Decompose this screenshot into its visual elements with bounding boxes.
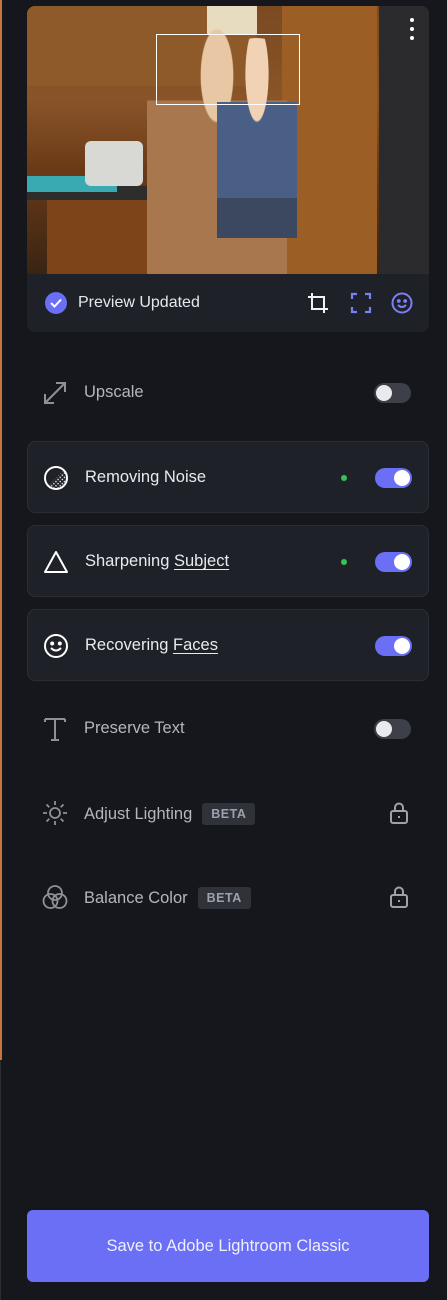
adjust-lighting-row[interactable]: Adjust Lighting BETA — [27, 777, 429, 849]
preserve-text-row[interactable]: Preserve Text — [27, 693, 429, 765]
face-detection-box[interactable] — [156, 34, 300, 105]
lock-icon — [388, 801, 410, 825]
adjust-lighting-text: Adjust Lighting — [84, 805, 193, 823]
sharpening-subject-row[interactable]: Sharpening Subject — [27, 525, 429, 597]
crop-icon[interactable] — [306, 291, 330, 315]
smiley-icon — [42, 632, 70, 660]
removing-noise-row[interactable]: Removing Noise — [27, 441, 429, 513]
photo-lower-cabinet — [47, 200, 157, 274]
photo-fridge — [379, 6, 429, 274]
sun-icon — [41, 799, 69, 827]
removing-noise-toggle[interactable] — [375, 468, 412, 488]
preview-card: Preview Updated — [27, 6, 429, 332]
balance-color-row[interactable]: Balance Color BETA — [27, 861, 429, 933]
adjust-lighting-label: Adjust Lighting BETA — [84, 803, 256, 825]
color-circles-icon — [41, 883, 69, 911]
preserve-text-toggle[interactable] — [374, 719, 411, 739]
check-circle-icon — [45, 292, 67, 314]
balance-color-text: Balance Color — [84, 889, 188, 907]
recovering-faces-label: Recovering Faces — [85, 636, 218, 655]
upscale-label: Upscale — [84, 383, 144, 401]
preview-status-text: Preview Updated — [78, 294, 200, 311]
upscale-toggle[interactable] — [374, 383, 411, 403]
triangle-icon — [42, 548, 70, 576]
preview-image[interactable] — [27, 6, 429, 274]
upscale-arrows-icon — [41, 379, 69, 407]
recovering-faces-row[interactable]: Recovering Faces — [27, 609, 429, 681]
noise-icon — [42, 464, 70, 492]
preserve-text-label: Preserve Text — [84, 719, 185, 737]
active-indicator-dot — [341, 475, 347, 481]
sharpening-subject-toggle[interactable] — [375, 552, 412, 572]
sharpening-subject-label: Sharpening Subject — [85, 552, 229, 571]
save-to-lightroom-button[interactable]: Save to Adobe Lightroom Classic — [27, 1210, 429, 1282]
balance-color-label: Balance Color BETA — [84, 887, 251, 909]
face-icon[interactable] — [390, 291, 414, 315]
faces-link[interactable]: Faces — [173, 636, 218, 654]
frame-icon[interactable] — [349, 291, 373, 315]
lock-icon — [388, 885, 410, 909]
more-options-icon[interactable] — [409, 18, 415, 48]
sharpening-label-prefix: Sharpening — [85, 552, 174, 570]
active-indicator-dot — [341, 559, 347, 565]
upscale-row[interactable]: Upscale — [27, 357, 429, 429]
recovering-faces-toggle[interactable] — [375, 636, 412, 656]
photo-pot — [85, 141, 143, 186]
recovering-label-prefix: Recovering — [85, 636, 174, 654]
beta-badge: BETA — [202, 803, 256, 825]
removing-noise-label: Removing Noise — [85, 468, 207, 486]
window-left-edge — [0, 0, 2, 1060]
window-left-edge-lower — [0, 1060, 1, 1300]
preview-status-bar: Preview Updated — [27, 274, 429, 332]
subject-link[interactable]: Subject — [174, 552, 229, 570]
text-icon — [41, 715, 69, 743]
beta-badge: BETA — [197, 887, 251, 909]
